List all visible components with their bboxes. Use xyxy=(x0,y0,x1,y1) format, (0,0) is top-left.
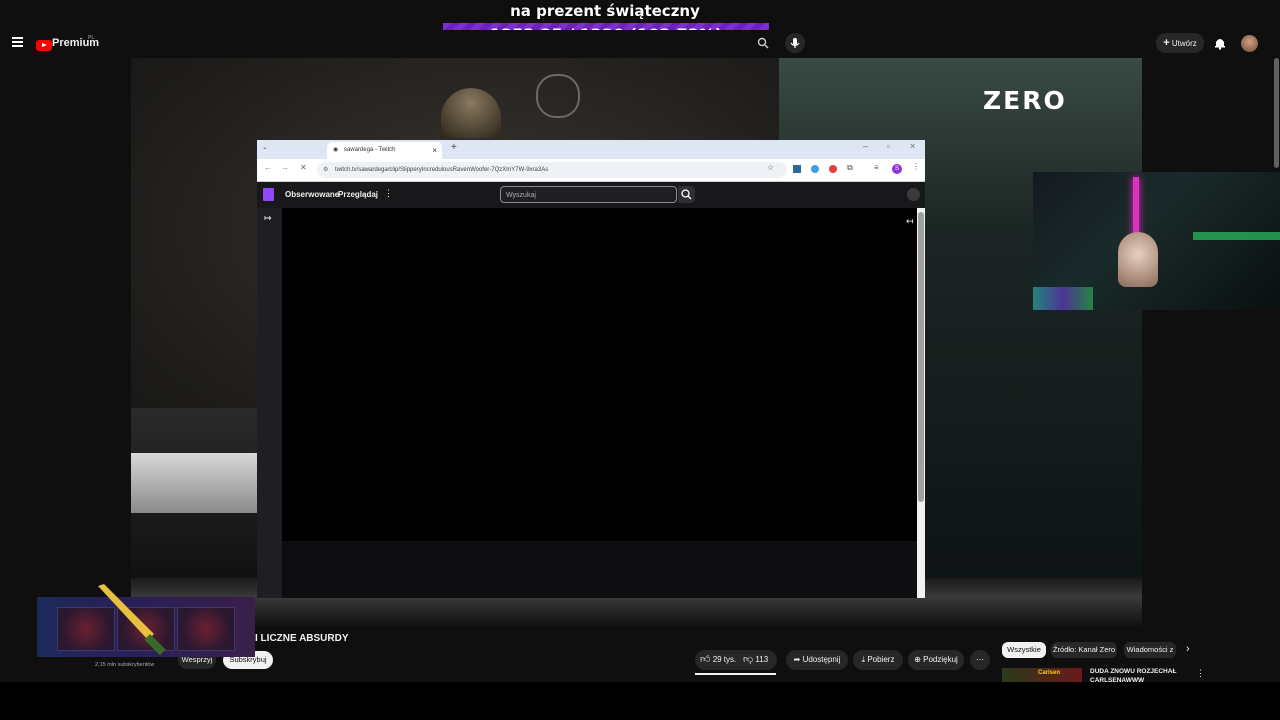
new-tab-icon[interactable]: + xyxy=(451,142,457,153)
lamp xyxy=(441,88,501,138)
share-button[interactable]: ➦ Udostępnij xyxy=(786,650,848,670)
chip-source[interactable]: Źródło: Kanał Zero xyxy=(1051,642,1117,658)
rgb-strip xyxy=(1193,232,1280,240)
like-ratio-bar xyxy=(695,673,776,675)
download-label: Pobierz xyxy=(867,655,895,664)
tab-title: sawardega - Twitch xyxy=(343,147,396,153)
region-code: PL xyxy=(88,35,95,41)
more-actions-button[interactable]: ⋯ xyxy=(970,650,990,670)
extension-icon[interactable] xyxy=(811,165,819,173)
tab-bar: ⌄ ◉ sawardega - Twitch × + – ▫ × xyxy=(257,140,925,159)
menu-icon[interactable] xyxy=(12,37,23,47)
browser-tab[interactable]: ◉ sawardega - Twitch × xyxy=(327,142,442,159)
tab-favicon-icon: ◉ xyxy=(333,147,339,153)
minimize-icon[interactable]: – xyxy=(863,141,868,151)
keyboard-rgb xyxy=(1033,287,1093,310)
chevron-right-icon[interactable]: › xyxy=(1186,643,1190,655)
plus-icon: + xyxy=(1163,37,1170,49)
knife-icon xyxy=(98,584,166,656)
cs-case-overlay xyxy=(37,584,255,657)
tab-list-icon[interactable]: ⌄ xyxy=(262,143,268,151)
close-window-icon[interactable]: × xyxy=(910,141,915,151)
stop-loading-icon[interactable]: ✕ xyxy=(300,163,307,172)
site-info-icon[interactable]: ⚙ xyxy=(323,162,328,178)
close-tab-icon[interactable]: × xyxy=(432,142,437,159)
extension-icon[interactable] xyxy=(793,165,801,173)
subscriber-count: 2,15 mln subskrybentów xyxy=(95,662,155,668)
youtube-header: Premium PL + Utwórz xyxy=(0,30,1280,58)
search-icon[interactable] xyxy=(757,36,769,54)
dislike-button[interactable]: 👎︎ 113 xyxy=(743,650,768,670)
like-count: 29 tys. xyxy=(712,655,737,664)
wall-clock xyxy=(536,74,580,118)
thumbnail-label: Carlsen xyxy=(1038,670,1061,676)
url-field[interactable]: ⚙ twitch.tv/sawardega/clip/SlipperyIncre… xyxy=(317,162,787,178)
media-controls-icon[interactable]: ≡ xyxy=(874,163,879,172)
forward-icon[interactable]: → xyxy=(281,163,289,172)
search-input[interactable]: Wyszukaj xyxy=(500,186,677,203)
search-icon xyxy=(681,189,692,200)
more-horizontal-icon: ⋯ xyxy=(976,655,984,664)
chip-all[interactable]: Wszystkie xyxy=(1002,642,1046,658)
twitch-navbar: Obserwowane Przeglądaj ⋮ Wyszukaj xyxy=(257,182,925,208)
search-button[interactable] xyxy=(678,186,695,203)
back-icon[interactable]: ← xyxy=(264,163,272,172)
chip-news[interactable]: Wiadomości z xyxy=(1124,642,1176,658)
scrollbar[interactable] xyxy=(917,208,925,598)
twitch-clip-info-area xyxy=(282,541,917,598)
recommendation-title[interactable]: DUDA ZNOWU ROZJECHAŁ xyxy=(1090,668,1176,675)
nav-following[interactable]: Obserwowane xyxy=(285,190,339,199)
thanks-icon: ⊕ xyxy=(914,655,921,664)
bell-icon[interactable] xyxy=(1214,36,1226,55)
download-button[interactable]: ⤓ Pobierz xyxy=(853,650,903,670)
microphone-icon[interactable] xyxy=(785,33,805,53)
maximize-icon[interactable]: ▫ xyxy=(887,142,890,151)
thumbs-up-icon: 👍︎ xyxy=(700,654,711,665)
browser-window: ⌄ ◉ sawardega - Twitch × + – ▫ × ← → ✕ ⚙… xyxy=(257,140,925,598)
streamer-face xyxy=(1118,232,1158,287)
bookmark-star-icon[interactable]: ☆ xyxy=(767,163,774,172)
twitch-logo-icon[interactable] xyxy=(263,188,274,201)
download-icon: ⤓ xyxy=(861,655,866,664)
twitch-clip-player[interactable]: ↤ xyxy=(282,208,917,541)
like-button[interactable]: 👍︎ 29 tys. xyxy=(700,650,736,670)
channel-watermark: ZERO xyxy=(983,86,1067,115)
scrollbar-thumb[interactable] xyxy=(918,212,924,502)
thumbs-down-icon: 👎︎ xyxy=(743,654,754,665)
webcam-overlay xyxy=(1033,172,1280,310)
browser-menu-icon[interactable]: ⋮ xyxy=(912,162,920,171)
twitch-sidebar-collapsed: ↦ xyxy=(257,208,282,598)
avatar[interactable] xyxy=(1241,35,1258,52)
profile-avatar[interactable]: S xyxy=(892,164,902,174)
video-title: I LICZNE ABSURDY xyxy=(255,633,349,644)
create-label: Utwórz xyxy=(1171,39,1197,48)
thanks-label: Podziękuj xyxy=(923,655,958,664)
like-dislike-group: 👍︎ 29 tys. 👎︎ 113 xyxy=(695,650,777,670)
search-placeholder: Wyszukaj xyxy=(506,192,536,199)
page-scrollbar[interactable] xyxy=(1274,58,1279,168)
user-avatar[interactable] xyxy=(907,188,920,201)
donation-goal-title: na prezent świąteczny xyxy=(510,2,700,20)
url-text: twitch.tv/sawardega/clip/SlipperyIncredu… xyxy=(335,167,549,173)
case-item xyxy=(177,607,235,651)
extensions-puzzle-icon[interactable]: ⧉ xyxy=(847,163,853,173)
papers-stack xyxy=(131,453,257,513)
page-bottom-edge xyxy=(0,682,1280,720)
thanks-button[interactable]: ⊕ Podziękuj xyxy=(908,650,964,670)
expand-sidebar-icon[interactable]: ↦ xyxy=(264,213,272,224)
extension-icon[interactable] xyxy=(829,165,837,173)
create-button[interactable]: + Utwórz xyxy=(1156,33,1204,53)
youtube-logo-icon[interactable] xyxy=(36,38,52,56)
dislike-count: 113 xyxy=(755,655,769,664)
collapse-chat-icon[interactable]: ↤ xyxy=(906,216,914,227)
address-bar-row: ← → ✕ ⚙ twitch.tv/sawardega/clip/Slipper… xyxy=(257,159,925,182)
share-icon: ➦ xyxy=(793,655,801,664)
more-menu-icon[interactable]: ⋮ xyxy=(384,188,393,199)
share-label: Udostępnij xyxy=(802,655,841,664)
recommendation-menu-icon[interactable]: ⋮ xyxy=(1196,668,1205,679)
nav-browse[interactable]: Przeglądaj xyxy=(338,190,378,199)
